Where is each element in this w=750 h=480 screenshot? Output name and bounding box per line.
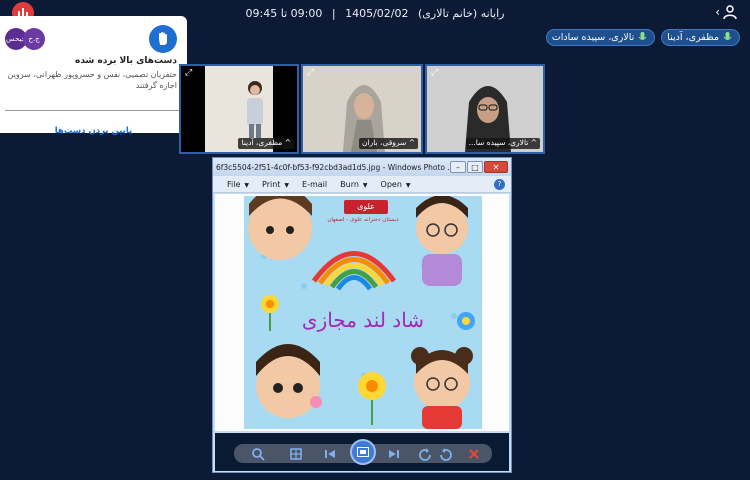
menu-burn[interactable]: Burn ▼ xyxy=(340,180,367,189)
previous-icon[interactable] xyxy=(323,447,337,461)
chevron-down-icon: ▼ xyxy=(244,181,250,189)
tile-label: ^ سروقی، باران xyxy=(359,138,418,149)
active-speakers: مظفری، آدینا تالاری، سپیده سادات xyxy=(545,29,740,46)
image-subtitle: دبستان دخترانه علوی - اصفهان xyxy=(327,217,399,223)
image-headline: شاد لند مجازی xyxy=(301,308,425,332)
notification-title: دست‌های بالا برده شده xyxy=(75,56,177,66)
speaker-chip[interactable]: مظفری، آدینا xyxy=(661,29,740,46)
delete-icon[interactable] xyxy=(467,447,481,461)
chevron-down-icon: ▼ xyxy=(405,181,411,189)
video-tile[interactable]: ⤢ ^ مظفری، آدینا xyxy=(179,64,299,154)
window-title: 6f3c5504-2f51-4c0f-bf53-f92cbd3ad1d5.jpg… xyxy=(216,162,449,172)
slideshow-button[interactable] xyxy=(350,439,376,465)
video-tiles: ⤢ ^ مظفری، آدینا ⤢ ^ سروقی، باران ⤢ ^ تا… xyxy=(179,64,545,154)
user-icon xyxy=(723,5,737,20)
meeting-title: رایانه (خانم تالاری) xyxy=(417,7,505,20)
viewer-toolbar xyxy=(215,433,509,471)
image-canvas: علوی دبستان دخترانه علوی - اصفهان شاد لن… xyxy=(215,194,509,431)
expand-icon[interactable]: ⤢ xyxy=(431,68,438,78)
maximize-button[interactable]: □ xyxy=(467,161,483,173)
rotate-left-icon[interactable] xyxy=(418,447,432,461)
raised-hand-icon xyxy=(149,25,177,53)
menu-print[interactable]: Print ▼ xyxy=(262,180,289,189)
chevron-down-icon: ▼ xyxy=(284,181,290,189)
window-titlebar[interactable]: 6f3c5504-2f51-4c0f-bf53-f92cbd3ad1d5.jpg… xyxy=(213,158,511,176)
speaker-name: مظفری، آدینا xyxy=(667,32,719,43)
minimize-button[interactable]: – xyxy=(450,161,466,173)
meeting-time: 09:00 تا 09:45 xyxy=(245,7,323,20)
tile-label: ^ تالاری، سپیده سا... xyxy=(465,138,540,149)
displayed-image: علوی دبستان دخترانه علوی - اصفهان شاد لن… xyxy=(244,196,482,429)
close-button[interactable]: ✕ xyxy=(484,161,508,173)
speaker-name: تالاری، سپیده سادات xyxy=(551,32,635,43)
lower-hands-button[interactable]: پایین بردن دست‌ها xyxy=(0,126,187,136)
slideshow-icon xyxy=(357,447,369,457)
raised-hands-notification: جیحس ج.ح دست‌های بالا برده شده حتفریان ت… xyxy=(0,16,187,136)
menu-email[interactable]: E-mail xyxy=(302,180,327,189)
divider xyxy=(5,110,181,111)
mic-icon xyxy=(638,32,647,40)
expand-icon[interactable]: ⤢ xyxy=(185,68,192,78)
zoom-icon[interactable] xyxy=(251,447,265,461)
menu-file[interactable]: File ▼ xyxy=(227,180,249,189)
video-tile[interactable]: ⤢ ^ سروقی، باران xyxy=(301,64,423,154)
video-tile[interactable]: ⤢ ^ تالاری، سپیده سا... xyxy=(425,64,545,154)
next-icon[interactable] xyxy=(387,447,401,461)
viewer-menubar: File ▼ Print ▼ E-mail Burn ▼ Open ▼ ? xyxy=(213,176,511,193)
image-logo: علوی xyxy=(344,200,388,214)
chevron-left-icon: ‹ xyxy=(715,5,720,19)
help-icon[interactable]: ? xyxy=(494,178,505,190)
chevron-down-icon: ▼ xyxy=(362,181,368,189)
tile-label: ^ مظفری، آدینا xyxy=(238,138,294,149)
participants-button[interactable]: ‹ xyxy=(715,4,738,20)
rotate-right-icon[interactable] xyxy=(439,447,453,461)
actual-size-icon[interactable] xyxy=(289,447,303,461)
menu-open[interactable]: Open ▼ xyxy=(381,180,411,189)
meeting-date: 1405/02/02 xyxy=(345,7,409,20)
speaker-chip[interactable]: تالاری، سپیده سادات xyxy=(545,29,656,46)
notification-body: حتفریان تصمیی، نفس و حسروپور ظهرانی، سرو… xyxy=(7,70,177,90)
mic-icon xyxy=(723,32,732,40)
title-separator: | xyxy=(331,7,336,20)
photo-viewer-window: 6f3c5504-2f51-4c0f-bf53-f92cbd3ad1d5.jpg… xyxy=(212,157,512,473)
avatar: ج.ح xyxy=(23,28,45,50)
expand-icon[interactable]: ⤢ xyxy=(307,68,314,78)
